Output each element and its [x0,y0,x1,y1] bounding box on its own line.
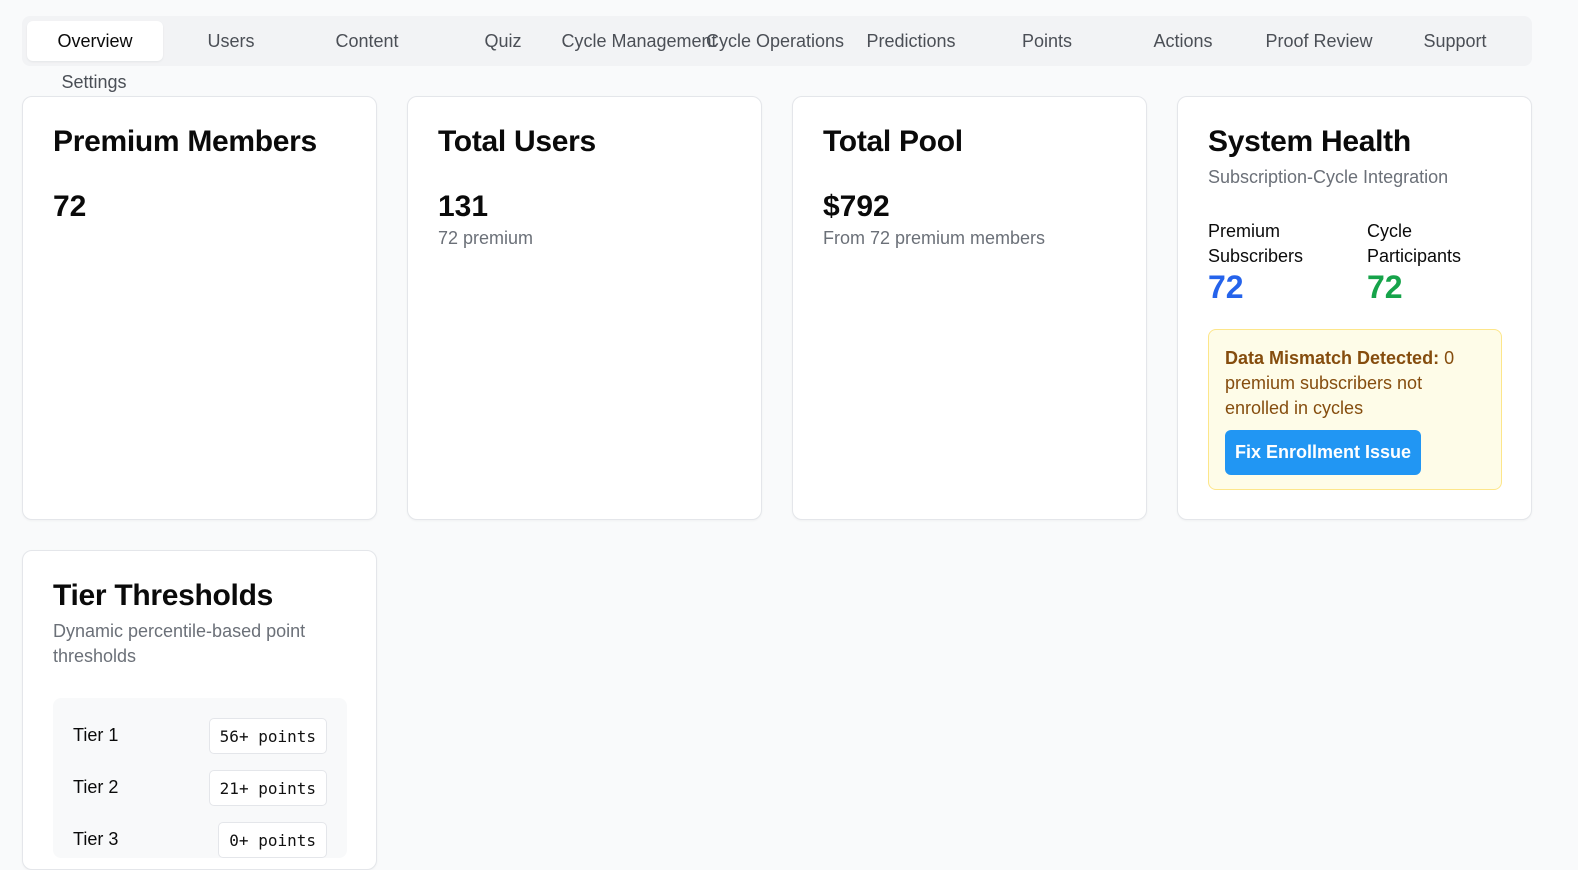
total-users-card: Total Users 131 72 premium [407,96,762,520]
total-pool-card: Total Pool $792 From 72 premium members [792,96,1147,520]
tier-name: Tier 1 [73,725,119,745]
premium-members-card: Premium Members 72 [22,96,377,520]
total-pool-sub: From 72 premium members [823,228,1046,248]
tier-thresholds-card: Tier Thresholds Dynamic percentile-based… [22,550,377,870]
system-health-card: System Health Subscription-Cycle Integra… [1177,96,1532,520]
tab-predictions[interactable]: Predictions [843,21,979,61]
tier-row: Tier 2 21+ points [73,770,327,806]
tier-list: Tier 1 56+ points Tier 2 21+ points Tier… [53,698,347,858]
premium-subscribers-value: 72 [1208,269,1244,305]
card-title: Tier Thresholds [53,579,274,612]
tier-thresholds-subtitle: Dynamic percentile-based point threshold… [53,621,306,666]
tab-proof-review[interactable]: Proof Review [1251,21,1387,61]
tab-users[interactable]: Users [163,21,299,61]
alert-message: Data Mismatch Detected: 0 premium subscr… [1225,346,1485,421]
tier-points-badge: 56+ points [208,718,327,754]
card-title: System Health [1208,125,1411,158]
tab-actions[interactable]: Actions [1115,21,1251,61]
tab-content[interactable]: Content [299,21,435,61]
tab-overview[interactable]: Overview [27,21,163,61]
card-title: Total Pool [823,125,963,158]
tier-row: Tier 1 56+ points [73,718,327,754]
tier-name: Tier 2 [73,777,119,797]
premium-subscribers-label: Premium Subscribers [1208,221,1304,266]
tier-points-badge: 21+ points [208,770,327,806]
tab-cycle-management[interactable]: Cycle Management [561,21,716,61]
cycle-participants-label: Cycle Participants [1367,221,1462,266]
premium-members-value: 72 [53,190,87,223]
fix-enrollment-button[interactable]: Fix Enrollment Issue [1225,430,1421,475]
total-pool-value: $792 [823,190,890,223]
total-users-sub: 72 premium [438,228,534,248]
alert-strong: Data Mismatch Detected: [1225,348,1440,368]
tab-quiz[interactable]: Quiz [435,21,571,61]
data-mismatch-alert: Data Mismatch Detected: 0 premium subscr… [1208,329,1502,490]
total-users-value: 131 [438,190,489,223]
card-title: Total Users [438,125,596,158]
tab-support[interactable]: Support [1387,21,1523,61]
tier-row: Tier 3 0+ points [73,822,327,858]
tier-name: Tier 3 [73,829,119,849]
tier-points-badge: 0+ points [218,822,327,858]
card-title: Premium Members [53,125,317,158]
system-health-subtitle: Subscription-Cycle Integration [1208,167,1449,187]
tab-points[interactable]: Points [979,21,1115,61]
cycle-participants-value: 72 [1367,269,1403,305]
tab-bar: Overview Users Content Quiz Cycle Manage… [22,16,1532,66]
tab-cycle-operations[interactable]: Cycle Operations [706,21,844,61]
